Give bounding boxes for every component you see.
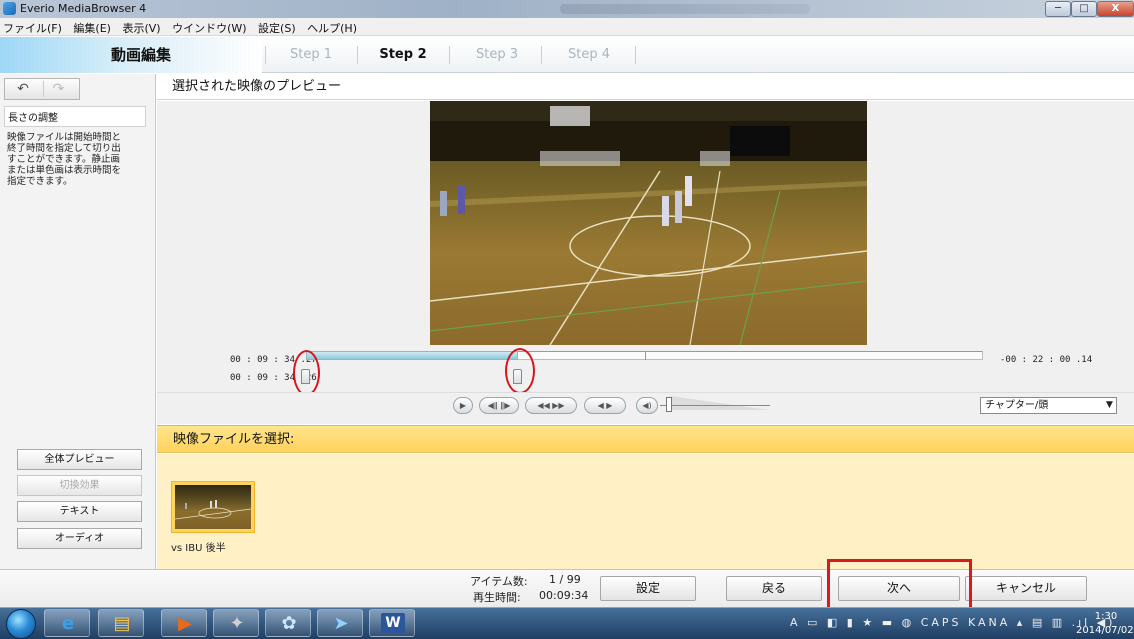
video-preview[interactable] (430, 101, 867, 345)
clock-time[interactable]: 1:30 (1088, 611, 1124, 622)
video-frame-image (430, 101, 867, 345)
volume-slider-line (660, 405, 770, 406)
redo-arrow-icon[interactable]: ↷ (43, 81, 73, 97)
trim-selection-fill (306, 351, 518, 360)
start-button-icon[interactable] (6, 609, 36, 639)
close-button[interactable]: X (1097, 1, 1134, 17)
app-logo-icon (3, 2, 16, 15)
word-icon: W (381, 613, 405, 633)
media-icon: ▶ (178, 613, 192, 634)
system-tray-icons[interactable]: A ▭ ◧ ▮ ★ ▬ ◍ CAPS KANA ▴ ▤ ▥ .ıl ◀) (790, 616, 1115, 629)
play-icon[interactable]: ▶ (453, 397, 473, 414)
title-bar: Everio MediaBrowser 4 ─ □ X (0, 0, 1134, 18)
mediabrowser-icon: ➤ (333, 613, 349, 634)
annotation-circle-end (505, 348, 535, 394)
ie-icon: e (61, 613, 75, 634)
taskbar-app-mediabrowser[interactable]: ➤ (317, 609, 363, 637)
help-heading: 長さの調整 (4, 106, 146, 127)
maximize-button[interactable]: □ (1071, 1, 1097, 17)
taskbar-app-ie[interactable]: e (44, 609, 90, 637)
menu-file[interactable]: ファイル(F) (0, 18, 66, 36)
step-3[interactable]: Step 3 (452, 37, 542, 73)
chapter-skip-icon[interactable]: ◀ ▶ (584, 397, 626, 414)
timecode-remaining: -00 : 22 : 00 .14 (1000, 355, 1093, 365)
text-button[interactable]: テキスト (17, 501, 142, 522)
minimize-button[interactable]: ─ (1045, 1, 1071, 17)
file-select-header: 映像ファイルを選択: (157, 425, 1134, 453)
menu-bar: ファイル(F) 編集(E) 表示(V) ウインドウ(W) 設定(S) ヘルプ(H… (0, 18, 1134, 36)
step-divider (449, 46, 450, 64)
menu-settings[interactable]: 設定(S) (254, 18, 300, 36)
back-button[interactable]: 戻る (726, 576, 822, 601)
timeline-midpoint-tick (645, 352, 646, 360)
file-label: vs IBU 後半 (171, 543, 226, 554)
file-thumbnail[interactable] (171, 481, 255, 533)
settings-button[interactable]: 設定 (600, 576, 696, 601)
mode-title: 動画編集 (0, 37, 262, 73)
frame-step-icon[interactable]: ◀ǁ ǁ▶ (479, 397, 519, 414)
menu-view[interactable]: 表示(V) (118, 18, 164, 36)
step-4[interactable]: Step 4 (544, 37, 634, 73)
blurred-window-title (560, 4, 810, 14)
undo-arrow-icon[interactable]: ↶ (8, 81, 38, 97)
play-time-label: 再生時間: (473, 591, 521, 604)
window-title: Everio MediaBrowser 4 (20, 2, 147, 15)
chevron-down-icon[interactable]: ▼ (1106, 397, 1113, 414)
play-time-value: 00:09:34 (539, 589, 589, 602)
full-preview-button[interactable]: 全体プレビュー (17, 449, 142, 470)
skip-icon[interactable]: ◀◀ ▶▶ (525, 397, 577, 414)
clock-date[interactable]: 2014/07/02 (1076, 625, 1134, 636)
taskbar-app-media[interactable]: ▶ (161, 609, 207, 637)
menu-help[interactable]: ヘルプ(H) (303, 18, 361, 36)
explorer-icon: ▤ (113, 613, 131, 634)
menu-edit[interactable]: 編集(E) (69, 18, 115, 36)
menu-window[interactable]: ウインドウ(W) (168, 18, 250, 36)
item-count-value: 1 / 99 (549, 573, 581, 586)
paint-icon: ✿ (281, 613, 297, 634)
volume-slider-track[interactable] (671, 396, 769, 410)
step-divider (635, 46, 636, 64)
audio-button[interactable]: オーディオ (17, 528, 142, 549)
undo-redo-group: ↶ ↷ (4, 78, 80, 100)
taskbar-app-camera[interactable]: ✦ (213, 609, 259, 637)
help-box: 長さの調整 映像ファイルは開始時間と終了時間を指定して切り出すことができます。静… (4, 106, 152, 436)
annotation-circle-start (293, 350, 320, 396)
transition-effect-button[interactable]: 切換効果 (17, 475, 142, 496)
help-text: 映像ファイルは開始時間と終了時間を指定して切り出すことができます。静止画または単… (7, 132, 122, 187)
taskbar-app-explorer[interactable]: ▤ (98, 609, 144, 637)
step-divider (541, 46, 542, 64)
thumbnail-picture (175, 500, 251, 520)
taskbar-app-paint[interactable]: ✿ (265, 609, 311, 637)
step-bar: 動画編集 Step 1 Step 2 Step 3 Step 4 (0, 37, 1134, 73)
step-1[interactable]: Step 1 (266, 37, 356, 73)
item-count-label: アイテム数: (470, 575, 528, 588)
cancel-button[interactable]: キャンセル (965, 576, 1087, 601)
camera-icon: ✦ (229, 613, 245, 634)
thumbnail-image (175, 485, 251, 529)
file-list-area (157, 454, 1134, 569)
chapter-select[interactable]: チャプター/頭 (980, 397, 1117, 414)
volume-icon[interactable]: ◀) (636, 397, 658, 414)
taskbar-app-word[interactable]: W (369, 609, 415, 637)
preview-header: 選択された映像のプレビュー (157, 74, 1134, 100)
step-2[interactable]: Step 2 (358, 37, 448, 73)
volume-slider-knob[interactable] (666, 397, 672, 412)
